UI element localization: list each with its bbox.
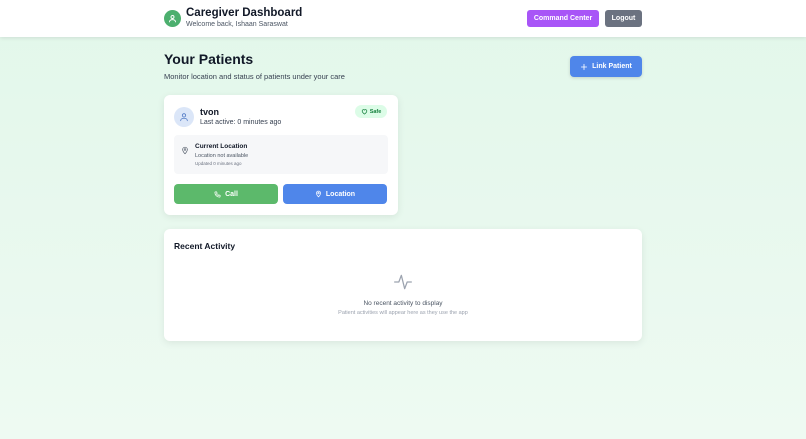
location-label: Location <box>325 190 356 198</box>
map-pin-icon <box>315 190 322 198</box>
plus-icon <box>580 63 588 71</box>
call-label: Call <box>225 190 238 198</box>
patient-name: tvon <box>200 107 219 117</box>
avatar <box>174 107 194 127</box>
call-button[interactable]: Call <box>174 184 278 204</box>
location-button[interactable]: Location <box>283 184 387 204</box>
location-title: Current Location <box>195 143 248 150</box>
status-badge-label: Safe <box>369 108 382 115</box>
link-patient-button[interactable]: Link Patient <box>570 56 642 77</box>
map-pin-icon <box>181 142 189 160</box>
logout-button[interactable]: Logout <box>605 10 642 27</box>
command-center-button[interactable]: Command Center <box>527 10 599 27</box>
patient-card: tvon Last active: 0 minutes ago Safe Cur… <box>164 95 398 215</box>
activity-pulse-icon <box>393 272 413 292</box>
user-icon <box>164 10 181 27</box>
location-status: Location not available <box>195 153 249 159</box>
status-badge: Safe <box>355 105 387 118</box>
heart-icon <box>361 108 368 115</box>
recent-activity-card: Recent Activity No recent activity to di… <box>164 229 642 341</box>
recent-activity-title: Recent Activity <box>174 241 236 251</box>
page-title: Your Patients <box>164 51 254 67</box>
top-header: Caregiver Dashboard Welcome back, Ishaan… <box>0 0 806 37</box>
empty-state-subtitle: Patient activities will appear here as t… <box>338 310 468 316</box>
empty-state-title: No recent activity to display <box>363 300 443 307</box>
app-title: Caregiver Dashboard <box>186 7 303 19</box>
current-location-panel: Current Location Location not available … <box>174 135 388 174</box>
user-icon <box>180 113 188 122</box>
page-subtitle: Monitor location and status of patients … <box>164 72 345 81</box>
phone-icon <box>214 191 221 198</box>
location-updated: Updated 0 minutes ago <box>195 161 242 166</box>
link-patient-label: Link Patient <box>592 63 632 70</box>
welcome-text: Welcome back, Ishaan Saraswat <box>186 21 288 28</box>
patient-last-active: Last active: 0 minutes ago <box>200 119 282 126</box>
